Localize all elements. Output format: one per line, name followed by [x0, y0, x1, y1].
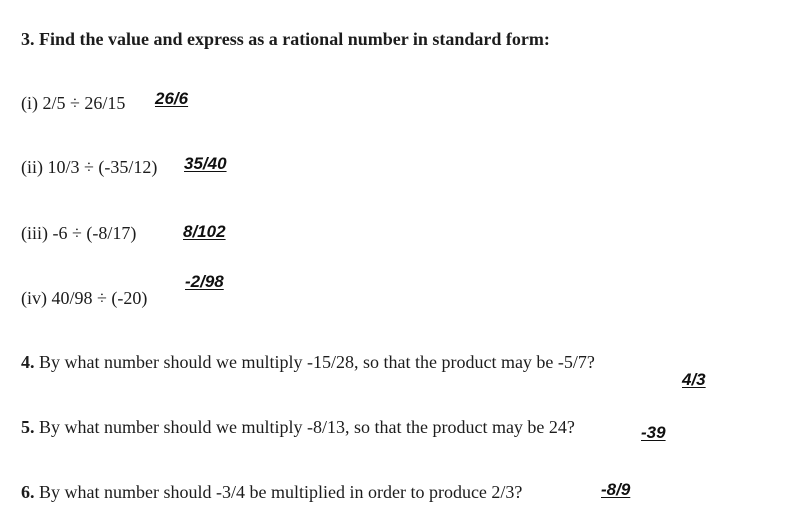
question-5-number: 5.	[21, 417, 35, 437]
answer-3-part-i: 26/6	[155, 89, 189, 108]
question-5: 5. By what number should we multiply -8/…	[21, 416, 575, 438]
answer-6: -8/9	[601, 480, 631, 499]
question-5-text: By what number should we multiply -8/13,…	[39, 417, 575, 437]
question-4-number: 4.	[21, 352, 35, 372]
question-3-title: 3. Find the value and express as a ratio…	[21, 29, 550, 49]
answer-5: -39	[641, 423, 666, 442]
question-3-heading: 3. Find the value and express as a ratio…	[21, 28, 550, 50]
question-6-number: 6.	[21, 482, 35, 502]
question-3-part-ii: (ii) 10/3 ÷ (-35/12)	[21, 157, 158, 177]
question-6-text: By what number should -3/4 be multiplied…	[39, 482, 523, 502]
answer-4: 4/3	[682, 370, 706, 389]
question-4: 4. By what number should we multiply -15…	[21, 351, 595, 373]
question-4-text: By what number should we multiply -15/28…	[39, 352, 595, 372]
question-3-part-i: (i) 2/5 ÷ 26/15	[21, 93, 126, 113]
question-3-part-iv: (iv) 40/98 ÷ (-20)	[21, 288, 148, 308]
question-3-part-iii: (iii) -6 ÷ (-8/17)	[21, 223, 137, 243]
question-6: 6. By what number should -3/4 be multipl…	[21, 481, 522, 503]
answer-3-part-iii: 8/102	[183, 222, 226, 241]
answer-3-part-ii: 35/40	[184, 154, 227, 173]
answer-3-part-iv: -2/98	[185, 272, 224, 291]
